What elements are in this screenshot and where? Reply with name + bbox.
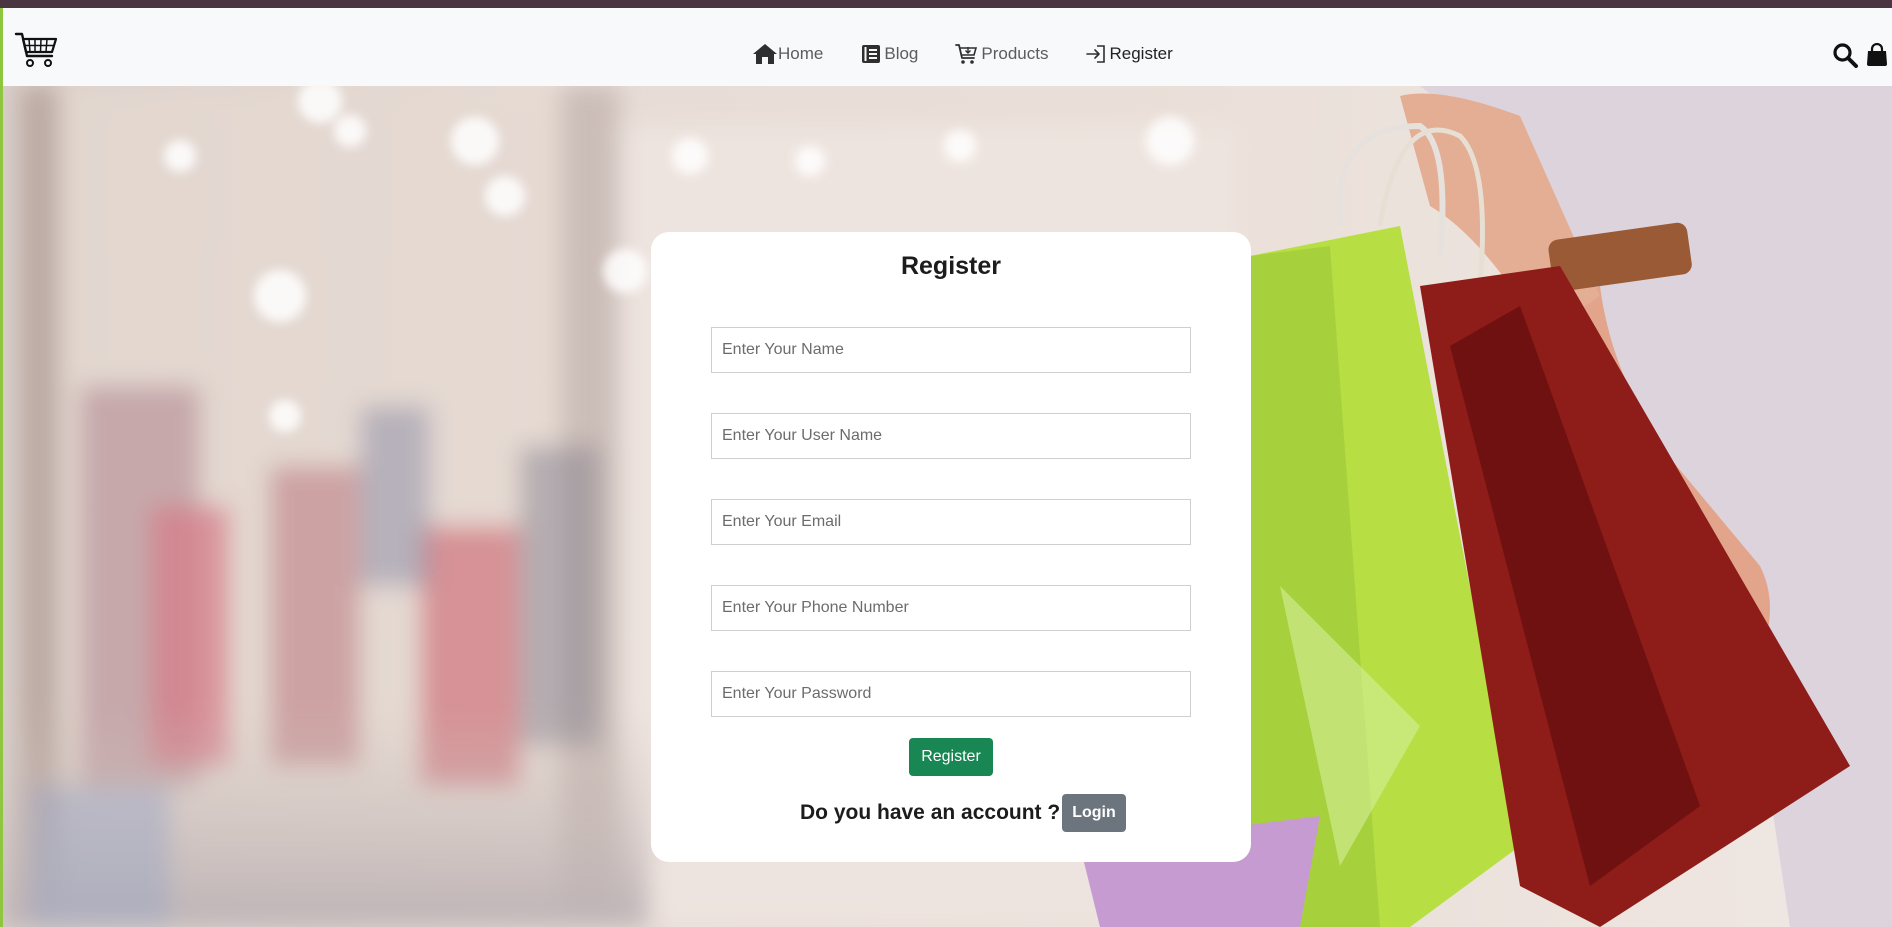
nav-link-label: Register <box>1109 44 1173 63</box>
password-input[interactable] <box>711 671 1191 717</box>
name-input[interactable] <box>711 327 1191 373</box>
nav-link-label: Products <box>981 44 1049 63</box>
login-prompt-text: Do you have an account ? <box>800 801 1061 824</box>
cart-icon <box>955 43 981 65</box>
nav-right-icons <box>1832 42 1888 73</box>
top-strip <box>0 0 1892 8</box>
nav-link-label: Home <box>778 44 824 63</box>
sign-in-icon <box>1086 44 1109 64</box>
blog-icon <box>861 44 884 64</box>
shopping-bag-icon[interactable] <box>1866 42 1888 72</box>
nav-links: Home Blog Products Register <box>752 33 1173 75</box>
register-title: Register <box>900 252 1002 280</box>
nav-link-label: Blog <box>884 44 919 63</box>
left-accent-edge <box>0 8 3 927</box>
search-icon[interactable] <box>1832 42 1858 73</box>
nav-link-blog[interactable]: Blog <box>861 44 918 64</box>
nav-link-products[interactable]: Products <box>955 43 1048 65</box>
nav-link-home[interactable]: Home <box>752 43 823 65</box>
register-card: Register Register Do you have an account… <box>651 232 1251 862</box>
shopping-cart-icon[interactable] <box>14 30 58 74</box>
email-input[interactable] <box>711 499 1191 545</box>
login-prompt-row: Do you have an account ? Login <box>800 794 1126 832</box>
nav-link-register[interactable]: Register <box>1086 44 1173 64</box>
username-input[interactable] <box>711 413 1191 459</box>
phone-input[interactable] <box>711 585 1191 631</box>
register-submit-button[interactable]: Register <box>909 738 993 776</box>
navbar: Home Blog Products Register <box>0 8 1892 86</box>
login-button[interactable]: Login <box>1062 794 1126 832</box>
home-icon <box>752 43 778 65</box>
